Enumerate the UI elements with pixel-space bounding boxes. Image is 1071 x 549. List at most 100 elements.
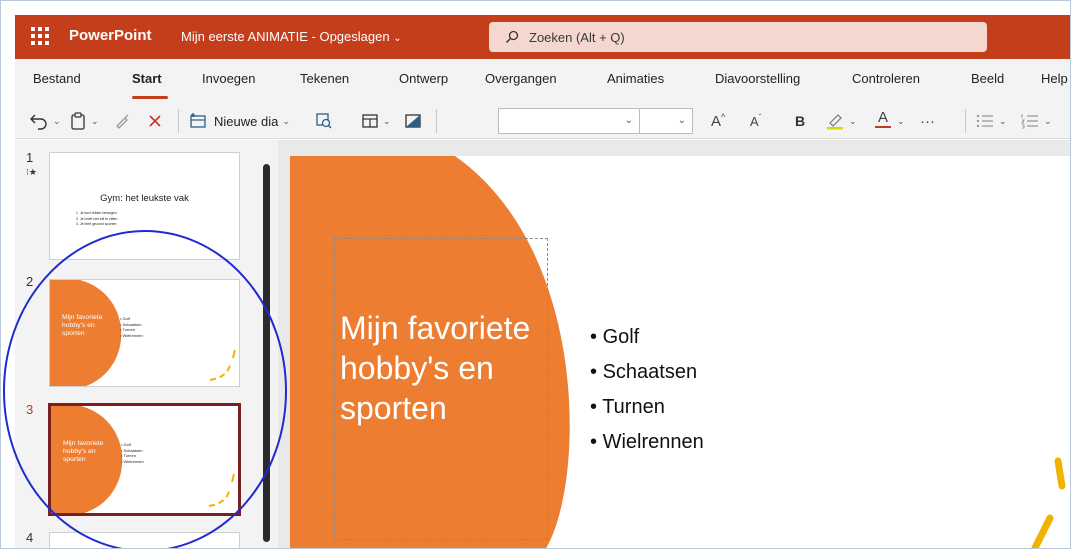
animation-star-icon: ⁝★ xyxy=(26,167,37,177)
tab-beeld[interactable]: Beeld xyxy=(971,71,1004,86)
tab-bestand[interactable]: Bestand xyxy=(33,71,81,86)
new-slide-button[interactable]: Nieuwe dia ⌄ xyxy=(188,110,290,132)
thumb-bullet: Turnen xyxy=(122,327,135,332)
thumb-bullets: • Golf • Schaatsen • Turnen • Wielrennen xyxy=(120,316,143,338)
tab-start[interactable]: Start xyxy=(132,71,162,86)
tab-diavoorstelling[interactable]: Diavoorstelling xyxy=(715,71,800,86)
paste-icon xyxy=(71,112,85,130)
highlighter-button[interactable]: ⌄ xyxy=(825,110,857,132)
highlighter-icon xyxy=(827,114,843,130)
layout-button[interactable]: ⌄ xyxy=(361,110,391,132)
current-slide[interactable]: Mijn favoriete hobby's en sporten • Golf… xyxy=(290,156,1070,548)
slide-number: 2 xyxy=(26,274,34,289)
new-slide-icon xyxy=(190,113,206,128)
tab-tekenen[interactable]: Tekenen xyxy=(300,71,349,86)
powerpoint-window: PowerPoint Mijn eerste ANIMATIE - Opgesl… xyxy=(0,0,1071,549)
increase-font-button[interactable]: A ^ xyxy=(711,110,725,132)
font-color-button[interactable]: A xyxy=(875,110,891,132)
tab-help[interactable]: Help xyxy=(1041,71,1068,86)
font-color-dropdown[interactable]: ⌄ xyxy=(893,110,905,132)
chevron-down-icon: ⌄ xyxy=(383,115,391,126)
thumb-bullet: Golf xyxy=(123,442,131,447)
bullet-item: • Wielrennen xyxy=(590,431,704,453)
shape-fill-button[interactable] xyxy=(404,110,422,132)
tab-overgangen[interactable]: Overgangen xyxy=(485,71,557,86)
delete-button[interactable] xyxy=(147,110,163,132)
font-size-dropdown[interactable]: ⌄ xyxy=(639,108,693,134)
app-name[interactable]: PowerPoint xyxy=(69,27,152,44)
font-size-increase-icon: A xyxy=(711,112,722,130)
thumb-title: Mijn favoriete hobby's en sporten xyxy=(62,314,103,337)
chevron-down-icon: ⌄ xyxy=(677,115,686,126)
bold-button[interactable]: B xyxy=(795,110,805,132)
slide-thumbnail-4[interactable] xyxy=(49,532,240,548)
font-family-dropdown[interactable]: ⌄ xyxy=(498,108,640,134)
thumb-list-item: 3. Je leert gezond sporten xyxy=(76,222,117,226)
layout-icon xyxy=(362,114,378,128)
toolbar-divider xyxy=(436,109,437,133)
chevron-down-icon: ⌄ xyxy=(91,115,99,126)
thumb-bullet: Schaatsen xyxy=(122,321,142,327)
toolbar-divider xyxy=(178,109,179,133)
font-size-decrease-icon: A xyxy=(750,113,759,129)
chevron-down-icon: ⌄ xyxy=(282,115,290,126)
tab-controleren[interactable]: Controleren xyxy=(852,71,920,86)
slide-thumbnail-3[interactable]: Mijn favoriete hobby's en sporten • Golf… xyxy=(48,403,241,516)
bullet-text: Schaatsen xyxy=(602,361,698,383)
reuse-slides-button[interactable] xyxy=(315,110,333,132)
toolbar-divider xyxy=(965,109,966,133)
bullet-text: Wielrennen xyxy=(602,431,704,453)
slide-bullet-list[interactable]: • Golf • Schaatsen • Turnen • Wielrennen xyxy=(590,320,704,460)
thumbnail-scrollbar[interactable] xyxy=(263,164,270,542)
slide-number: 1 xyxy=(26,150,34,165)
bold-icon: B xyxy=(795,113,806,129)
tab-invoegen[interactable]: Invoegen xyxy=(202,71,256,86)
chevron-down-icon: ⌄ xyxy=(624,115,633,126)
app-launcher-icon[interactable] xyxy=(31,27,49,45)
tab-ontwerp[interactable]: Ontwerp xyxy=(399,71,448,86)
slide-number: 3 xyxy=(26,402,34,417)
thumb-bullet: Turnen xyxy=(123,453,136,458)
bullet-item: • Turnen xyxy=(590,396,665,418)
thumb-title: Mijn favoriete hobby's en sporten xyxy=(63,440,104,463)
thumb-list: 1. Je kunt lekker bewegen 2. Je hoeft ni… xyxy=(76,211,117,228)
format-painter-button[interactable] xyxy=(113,110,131,132)
search-icon xyxy=(506,30,519,43)
ribbon-tabs: Bestand Start Invoegen Tekenen Ontwerp O… xyxy=(15,59,1070,101)
new-slide-label: Nieuwe dia xyxy=(214,113,279,129)
decrease-font-button[interactable]: Aˇ xyxy=(750,110,761,132)
numbering-button[interactable]: ⌄ xyxy=(1020,110,1052,132)
shape-fill-icon xyxy=(405,114,421,128)
search-box[interactable]: Zoeken (Alt + Q) xyxy=(489,22,987,52)
more-options-button[interactable]: ··· xyxy=(920,110,935,132)
document-title[interactable]: Mijn eerste ANIMATIE - Opgeslagen ⌄ xyxy=(181,29,402,44)
search-placeholder: Zoeken (Alt + Q) xyxy=(529,29,625,45)
chevron-down-icon: ⌄ xyxy=(1044,115,1052,126)
bullets-icon xyxy=(976,114,993,128)
thumb-bullets: • Golf • Schaatsen • Turnen • Wielrennen xyxy=(121,442,144,464)
bullet-item: • Schaatsen xyxy=(590,361,698,383)
chevron-down-icon: ⌄ xyxy=(897,115,905,126)
thumb-title: Gym: het leukste vak xyxy=(100,193,189,204)
thumb-list-item: 1. Je kunt lekker bewegen xyxy=(76,211,117,215)
ribbon-toolbar: ⌄ ⌄ Nieuwe dia ⌄ ⌄ ⌄ ⌄ A ^ A ˇ B ⌄ A ⌄ ·… xyxy=(15,101,1070,139)
thumb-bullet: Schaatsen xyxy=(123,447,143,453)
bullet-item: • Golf xyxy=(590,326,640,348)
slide-thumbnail-1[interactable]: Gym: het leukste vak 1. Je kunt lekker b… xyxy=(49,152,240,260)
tab-animaties[interactable]: Animaties xyxy=(607,71,664,86)
bullet-text: Turnen xyxy=(602,396,665,418)
reuse-slides-icon xyxy=(316,113,332,129)
paste-button[interactable]: ⌄ xyxy=(69,110,99,132)
undo-button[interactable]: ⌄ xyxy=(29,110,61,132)
font-color-icon: A xyxy=(877,109,888,126)
numbering-icon xyxy=(1021,114,1038,129)
slide-thumbnail-2[interactable]: Mijn favoriete hobby's en sporten • Golf… xyxy=(49,279,240,387)
slide-title[interactable]: Mijn favoriete hobby's en sporten xyxy=(340,308,550,428)
document-title-text: Mijn eerste ANIMATIE - Opgeslagen xyxy=(181,29,390,44)
title-bar: PowerPoint Mijn eerste ANIMATIE - Opgesl… xyxy=(15,15,1070,59)
thumb-bullet: Wielrennen xyxy=(123,458,144,464)
font-color-swatch xyxy=(875,126,891,128)
bullets-button[interactable]: ⌄ xyxy=(975,110,1007,132)
undo-icon xyxy=(30,114,47,130)
chevron-down-icon: ⌄ xyxy=(393,33,402,44)
